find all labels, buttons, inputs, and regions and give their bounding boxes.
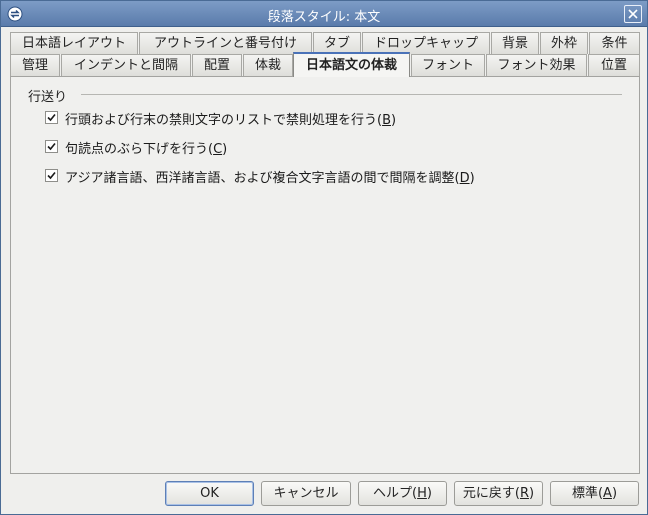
tab-borders[interactable]: 外枠	[540, 32, 588, 54]
reset-label-close: )	[529, 486, 535, 501]
reset-label: 元に戻す(	[462, 486, 520, 501]
tab-indents-spacing[interactable]: インデントと間隔	[61, 54, 191, 76]
option-accesskey: C	[213, 142, 223, 157]
help-label: ヘルプ(	[373, 486, 418, 501]
option-text-close: )	[391, 113, 397, 128]
tab-asian-typography[interactable]: 日本語文の体裁	[293, 52, 410, 77]
option-accesskey: B	[382, 113, 391, 128]
tab-outline-numbering[interactable]: アウトラインと番号付け	[139, 32, 312, 54]
option-text: アジア諸言語、西洋諸言語、および複合文字言語の間で間隔を調整(	[65, 171, 460, 186]
tab-asian-layout[interactable]: 日本語レイアウト	[10, 32, 138, 54]
standard-label-close: )	[611, 486, 618, 501]
help-label-close: )	[426, 486, 432, 501]
paragraph-style-dialog: 段落スタイル: 本文 日本語レイアウト アウトラインと番号付け タブ ドロップキ…	[0, 0, 648, 515]
option-text: 句読点のぶら下げを行う(	[65, 142, 214, 157]
group-label-line-change: 行送り	[28, 86, 72, 105]
tab-position[interactable]: 位置	[588, 54, 640, 76]
tab-condition[interactable]: 条件	[589, 32, 640, 54]
forbidden-characters-checkbox[interactable]	[45, 111, 58, 124]
help-button[interactable]: ヘルプ(H)	[358, 481, 447, 506]
tab-font[interactable]: フォント	[411, 54, 485, 76]
group-divider	[81, 94, 622, 95]
tab-tabs[interactable]: タブ	[313, 32, 361, 54]
checkmark-icon	[47, 113, 56, 122]
ok-button[interactable]: OK	[165, 481, 254, 506]
script-spacing-checkbox[interactable]	[45, 169, 58, 182]
window-title: 段落スタイル: 本文	[267, 10, 381, 25]
title-bar[interactable]: 段落スタイル: 本文	[1, 1, 647, 27]
cancel-button[interactable]: キャンセル	[261, 481, 351, 506]
standard-button[interactable]: 標準(A)	[550, 481, 639, 506]
option-label: アジア諸言語、西洋諸言語、および複合文字言語の間で間隔を調整(D)	[65, 167, 475, 186]
close-icon[interactable]	[624, 5, 642, 23]
checkmark-icon	[47, 142, 56, 151]
standard-label: 標準(	[571, 486, 604, 501]
reset-accesskey: R	[519, 486, 530, 501]
tab-panel-asian-typography: 行送り 行頭および行末の禁則文字のリストで禁則処理を行う(B) 句読点のぶら下げ…	[10, 76, 640, 474]
tab-drop-caps[interactable]: ドロップキャップ	[362, 32, 490, 54]
checkmark-icon	[47, 171, 56, 180]
help-accesskey: H	[417, 486, 427, 501]
option-label: 行頭および行末の禁則文字のリストで禁則処理を行う(B)	[65, 109, 396, 128]
option-text-close: )	[469, 171, 475, 186]
option-text: 行頭および行末の禁則文字のリストで禁則処理を行う(	[65, 113, 383, 128]
tab-text-flow[interactable]: 体裁	[243, 54, 293, 76]
hanging-punctuation-checkbox[interactable]	[45, 140, 58, 153]
tab-alignment[interactable]: 配置	[192, 54, 242, 76]
reset-button[interactable]: 元に戻す(R)	[454, 481, 543, 506]
option-accesskey: D	[459, 171, 470, 186]
option-label: 句読点のぶら下げを行う(C)	[65, 138, 227, 157]
tab-organizer[interactable]: 管理	[10, 54, 60, 76]
tab-font-effects[interactable]: フォント効果	[486, 54, 587, 76]
option-text-close: )	[222, 142, 228, 157]
tab-background[interactable]: 背景	[491, 32, 539, 54]
standard-accesskey: A	[603, 486, 612, 501]
